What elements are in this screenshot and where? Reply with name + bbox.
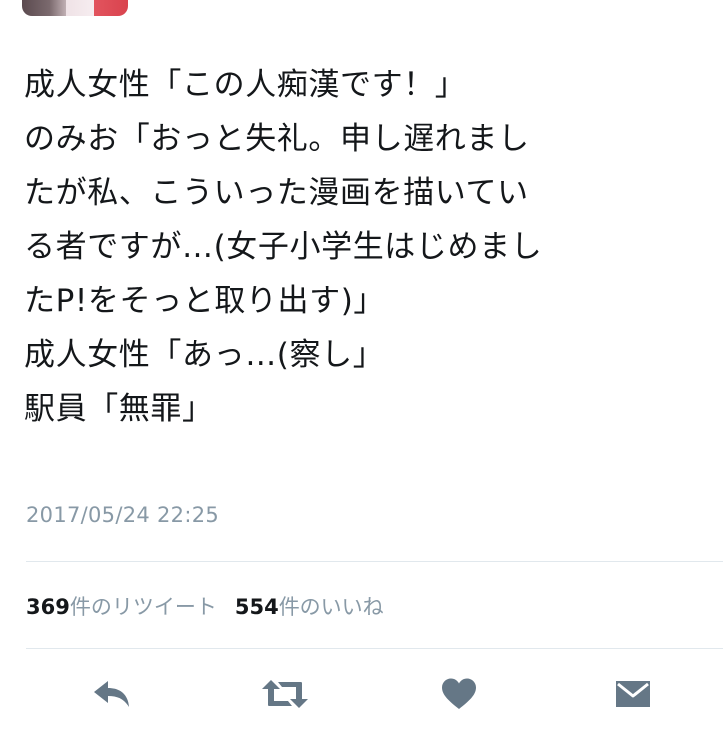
retweet-count[interactable]: 369 xyxy=(26,595,70,619)
tweet-line: る者ですが…(女子小学生はじめまし xyxy=(24,229,543,265)
reply-icon xyxy=(94,681,129,707)
tweet-line: たP!をそっと取り出す)」 xyxy=(24,283,386,319)
tweet-text: 成人女性「この人痴漢です！」 のみお「おっと失礼。申し遅れまし たが私、こういっ… xyxy=(24,58,704,436)
divider xyxy=(26,648,723,649)
author-avatar[interactable] xyxy=(22,0,128,16)
tweet-line: たが私、こういった漫画を描いてい xyxy=(24,175,529,211)
tweet-stats: 369 件のリツイート 554 件のいいね xyxy=(26,591,402,621)
avatar-segment xyxy=(94,0,128,16)
tweet-timestamp[interactable]: 2017/05/24 22:25 xyxy=(26,503,219,527)
avatar-segment xyxy=(66,0,96,16)
retweet-count-label[interactable]: 件のリツイート xyxy=(70,591,217,621)
like-icon xyxy=(442,678,476,709)
direct-message-icon xyxy=(616,681,650,707)
avatar-segment xyxy=(22,0,68,16)
retweet-icon xyxy=(262,680,308,708)
direct-message-button[interactable] xyxy=(605,668,661,720)
like-button[interactable] xyxy=(431,668,487,720)
tweet-action-bar xyxy=(0,668,723,720)
like-count[interactable]: 554 xyxy=(235,595,279,619)
tweet-line: 成人女性「この人痴漢です！」 xyxy=(24,67,467,103)
like-count-label[interactable]: 件のいいね xyxy=(279,591,384,621)
reply-button[interactable] xyxy=(84,668,140,720)
retweet-button[interactable] xyxy=(257,668,313,720)
tweet-line: のみお「おっと失礼。申し遅れまし xyxy=(24,121,530,157)
tweet-line: 成人女性「あっ…(察し」 xyxy=(24,337,385,373)
divider xyxy=(26,561,723,562)
tweet-line: 駅員「無罪」 xyxy=(24,391,214,427)
